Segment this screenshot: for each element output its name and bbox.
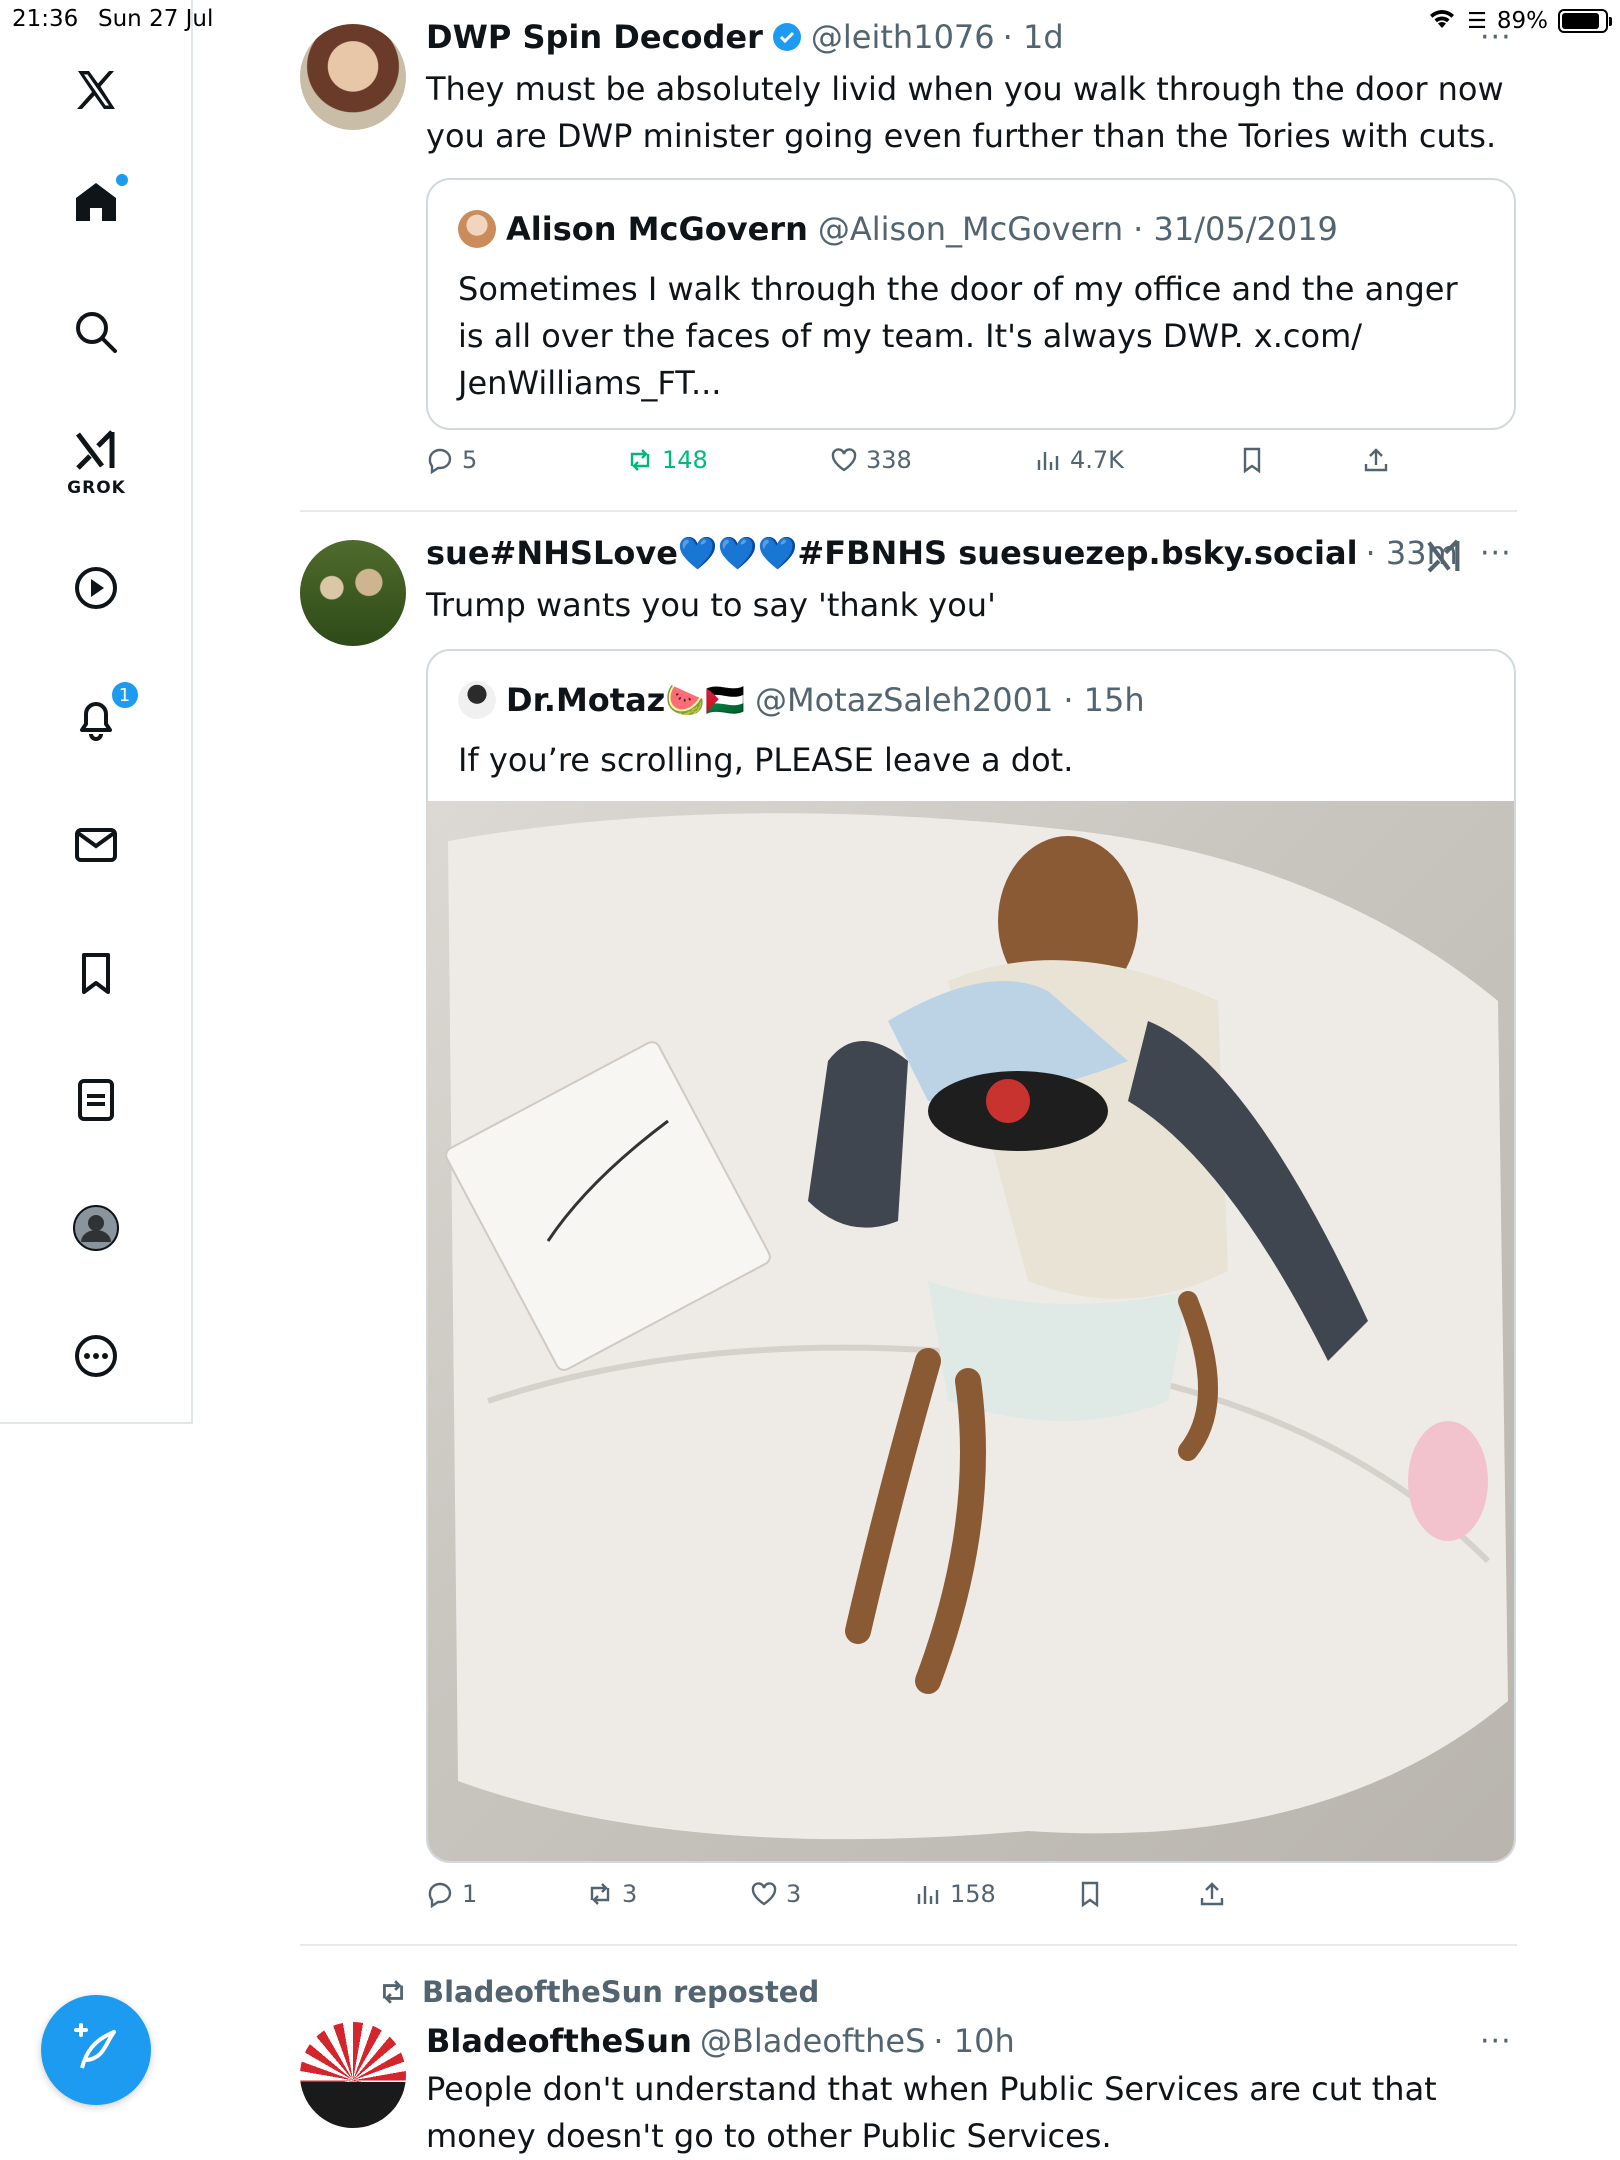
home-icon[interactable] <box>66 172 128 232</box>
like-button[interactable]: 338 <box>830 446 912 474</box>
views-button[interactable]: 158 <box>914 1880 996 1908</box>
bookmarks-icon[interactable] <box>66 944 126 1004</box>
bookmark-icon <box>1081 1881 1099 1908</box>
bookmark-icon <box>1243 447 1261 474</box>
notifications-badge: 1 <box>109 680 140 710</box>
more-options-icon[interactable]: ··· <box>1480 20 1512 55</box>
avatar[interactable] <box>300 540 406 646</box>
reply-button[interactable]: 5 <box>426 446 477 474</box>
views-icon <box>1037 452 1059 470</box>
post-actions: 5 148 338 4.7K <box>426 446 1516 486</box>
more-options-icon[interactable]: ··· <box>1480 2024 1512 2059</box>
video-icon[interactable] <box>66 558 126 618</box>
bookmark-button[interactable] <box>1076 1880 1104 1908</box>
post-text: People don't understand that when Public… <box>426 2070 1437 2155</box>
post-text: Trump wants you to say 'thank you' <box>426 586 996 624</box>
author-name[interactable]: BladeoftheSun <box>426 2022 692 2060</box>
compose-button[interactable] <box>41 1995 151 2105</box>
post-divider <box>300 510 1517 512</box>
avatar[interactable] <box>300 24 406 130</box>
share-button[interactable] <box>1362 446 1390 474</box>
quote-author-handle: @MotazSaleh2001 <box>754 681 1054 719</box>
status-right: ☰ 89% <box>1427 6 1612 36</box>
author-name[interactable]: sue#NHSLove💙💙💙#FBNHS suesuezep.bsky.soci… <box>426 534 1358 572</box>
repost-icon <box>590 1883 610 1905</box>
quote-author-name: Dr.Motaz🍉🇵🇸 <box>506 681 745 719</box>
quoted-post[interactable]: Alison McGovern @Alison_McGovern · 31/05… <box>426 178 1516 430</box>
views-icon <box>917 1886 939 1904</box>
avatar[interactable] <box>300 2022 406 2128</box>
sidebar: GROK 1 <box>0 0 193 1424</box>
reply-icon <box>428 448 452 474</box>
like-count: 3 <box>786 1880 802 1908</box>
quote-avatar <box>458 210 496 248</box>
battery-icon <box>1558 9 1612 33</box>
repost-icon <box>630 449 650 471</box>
like-button[interactable]: 3 <box>750 1880 801 1908</box>
quote-media-image[interactable] <box>428 801 1514 1861</box>
share-icon <box>1364 448 1388 472</box>
reply-button[interactable]: 1 <box>426 1880 477 1908</box>
quote-author-handle: @Alison_McGovern <box>817 210 1124 248</box>
views-count: 158 <box>950 1880 996 1908</box>
repost-count: 3 <box>622 1880 638 1908</box>
profile-icon[interactable] <box>66 1198 126 1258</box>
quote-author-name: Alison McGovern <box>506 210 808 248</box>
author-handle[interactable]: @leith1076 <box>811 18 995 56</box>
post-divider <box>300 1944 1517 1946</box>
quote-text: If you’re scrolling, PLEASE leave a dot. <box>458 741 1074 779</box>
home-notification-dot <box>115 174 128 186</box>
post-time[interactable]: · 1d <box>1003 18 1064 56</box>
share-icon <box>1200 1882 1224 1906</box>
share-button[interactable] <box>1198 1880 1226 1908</box>
messages-icon[interactable] <box>66 815 126 875</box>
post-text: They must be absolutely livid when you w… <box>426 70 1504 155</box>
search-icon[interactable] <box>66 302 126 362</box>
post-time[interactable]: · 10h <box>933 2022 1014 2060</box>
repost-indicator: BladeoftheSun reposted <box>378 1975 819 2009</box>
repost-button[interactable]: 148 <box>626 446 708 474</box>
views-count: 4.7K <box>1070 446 1124 474</box>
quote-time: · 31/05/2019 <box>1133 210 1338 248</box>
post-actions: 1 3 3 158 <box>426 1880 1516 1920</box>
reply-count: 5 <box>462 446 478 474</box>
repost-button[interactable]: 3 <box>586 1880 637 1908</box>
author-name[interactable]: DWP Spin Decoder <box>426 18 763 56</box>
author-handle[interactable]: @BladeoftheS <box>700 2022 926 2060</box>
quote-avatar <box>458 681 496 719</box>
bookmark-button[interactable] <box>1238 446 1266 474</box>
quote-time: · 15h <box>1063 681 1145 719</box>
battery-fill <box>1562 13 1600 29</box>
notifications-icon[interactable]: 1 <box>66 680 140 748</box>
quoted-post[interactable]: Dr.Motaz🍉🇵🇸 @MotazSaleh2001 · 15h If you… <box>426 649 1516 1863</box>
lists-icon[interactable] <box>66 1070 126 1130</box>
more-options-icon[interactable]: ··· <box>1480 536 1512 571</box>
verified-badge-icon <box>771 21 803 53</box>
grok-icon[interactable] <box>1424 536 1464 576</box>
like-icon <box>831 448 857 472</box>
quote-text: Sometimes I walk through the door of my … <box>458 270 1458 402</box>
x-logo-icon[interactable] <box>66 60 126 120</box>
compose-icon <box>68 2020 124 2080</box>
repost-count: 148 <box>662 446 708 474</box>
reply-count: 1 <box>462 1880 478 1908</box>
repost-icon <box>383 1980 403 2004</box>
grok-label: GROK <box>67 478 126 498</box>
reply-icon <box>428 1882 452 1908</box>
more-icon[interactable] <box>66 1326 126 1386</box>
grok-icon[interactable] <box>66 420 126 480</box>
like-icon <box>751 1882 777 1906</box>
like-count: 338 <box>866 446 912 474</box>
wifi-icon <box>1427 6 1457 36</box>
views-button[interactable]: 4.7K <box>1034 446 1124 474</box>
repost-label: BladeoftheSun reposted <box>422 1975 820 2009</box>
